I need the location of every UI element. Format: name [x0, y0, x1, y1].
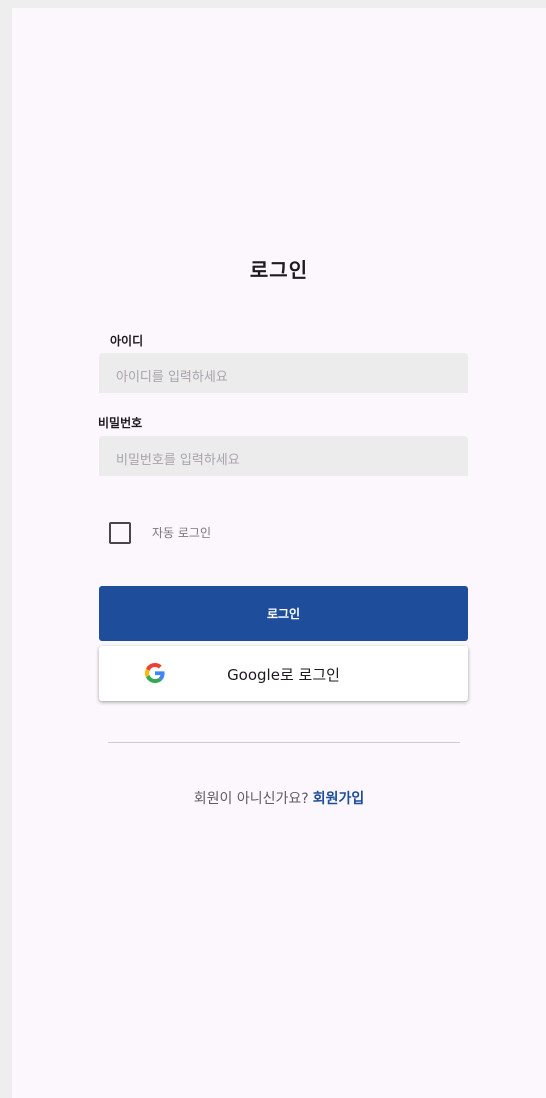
signup-prompt-text: 회원이 아니신가요? — [193, 791, 309, 807]
google-login-button[interactable]: Google로 로그인 — [99, 646, 468, 701]
login-button[interactable]: 로그인 — [99, 586, 468, 641]
google-login-label: Google로 로그인 — [227, 666, 340, 684]
signup-link[interactable]: 회원가입 — [313, 791, 365, 807]
password-input[interactable] — [99, 436, 468, 476]
signup-prompt-row: 회원이 아니신가요? 회원가입 — [12, 788, 546, 808]
id-field-label: 아이디 — [110, 334, 144, 348]
login-screen: 로그인 아이디 비밀번호 자동 로그인 로그인 Google로 로그인 회원이 … — [12, 8, 546, 1098]
id-input[interactable] — [99, 353, 468, 393]
page-title: 로그인 — [249, 258, 309, 282]
password-field-label: 비밀번호 — [98, 416, 143, 430]
auto-login-checkbox[interactable] — [109, 522, 131, 544]
auto-login-label: 자동 로그인 — [152, 526, 212, 540]
divider — [108, 742, 460, 743]
